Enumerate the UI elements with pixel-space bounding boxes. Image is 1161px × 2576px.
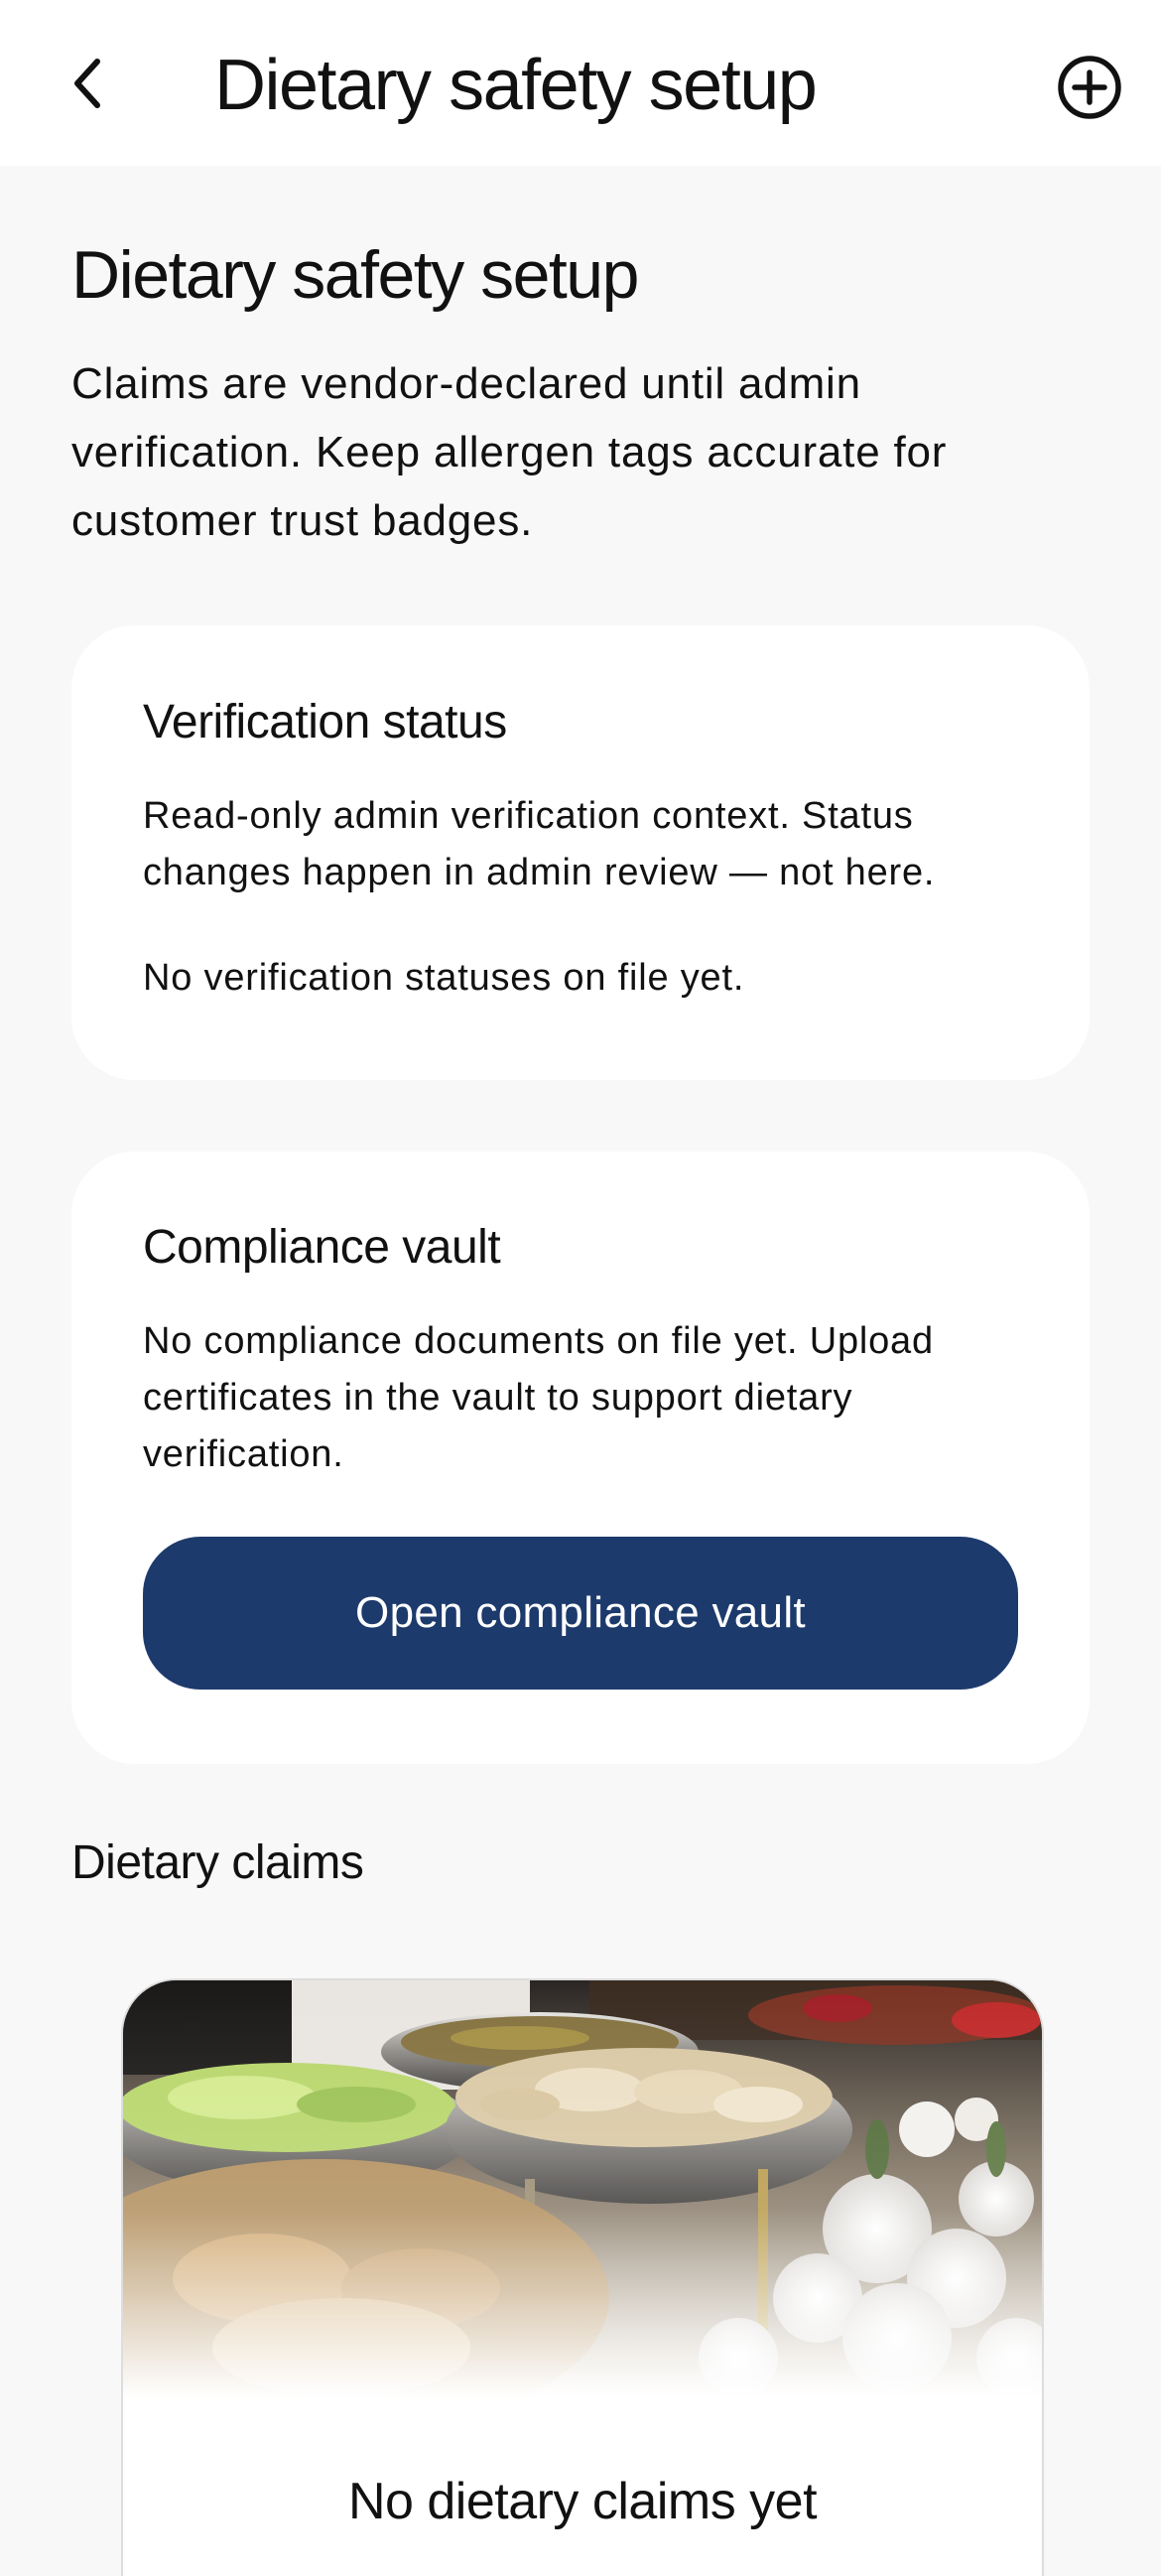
verification-status-card: Verification status Read-only admin veri… bbox=[71, 625, 1090, 1080]
open-compliance-vault-button[interactable]: Open compliance vault bbox=[143, 1537, 1018, 1690]
chevron-left-icon bbox=[74, 59, 100, 108]
page-title: Dietary safety setup bbox=[71, 237, 639, 313]
header-title: Dietary safety setup bbox=[214, 46, 818, 125]
compliance-vault-card: Compliance vault No compliance documents… bbox=[71, 1152, 1090, 1764]
intro-text: Claims are vendor-declared until admin v… bbox=[71, 359, 948, 545]
compliance-vault-description: No compliance documents on file yet. Upl… bbox=[143, 1320, 934, 1475]
dietary-claims-empty-card: No dietary claims yet bbox=[121, 1978, 1044, 2576]
app-header: Dietary safety setup bbox=[0, 0, 1161, 166]
verification-status-description: Read-only admin verification context. St… bbox=[143, 795, 936, 893]
plus-circle-icon bbox=[1058, 56, 1121, 119]
back-button[interactable] bbox=[52, 42, 123, 125]
verification-status-empty-text: No verification statuses on file yet. bbox=[143, 957, 745, 999]
dietary-claims-empty-title: No dietary claims yet bbox=[347, 2473, 818, 2530]
verification-status-title: Verification status bbox=[143, 696, 507, 748]
dietary-claims-heading: Dietary claims bbox=[71, 1836, 364, 1889]
add-button[interactable] bbox=[1050, 48, 1129, 127]
compliance-vault-title: Compliance vault bbox=[143, 1221, 501, 1274]
catering-buffet-image bbox=[123, 1980, 1042, 2397]
